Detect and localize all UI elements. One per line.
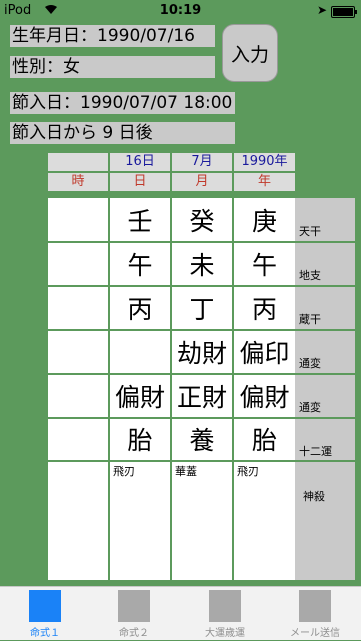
grid-divider (48, 329, 295, 331)
setsu-date-field: 節入日：1990/07/07 18:00 (10, 92, 235, 114)
month-header: 月 (172, 173, 232, 191)
hour-value-header (48, 153, 108, 171)
row-label-juniun: 十二運 (295, 419, 355, 460)
chishi-day: 午 (127, 251, 153, 280)
tsuhen1-year: 偏印 (239, 339, 290, 368)
grid-divider (48, 285, 295, 287)
meishiki2-tab-icon (118, 590, 150, 622)
grid-divider (48, 417, 295, 419)
juniun-year: 胎 (251, 426, 277, 455)
row-label-chishi: 地支 (295, 243, 355, 285)
birth-date-field[interactable]: 生年月日：1990/07/16 (10, 25, 215, 47)
tsuhen2-year: 偏財 (239, 383, 290, 412)
meishiki1-tab-icon (29, 590, 61, 622)
setsu-after-field: 節入日から 9 日後 (10, 122, 235, 144)
grid-divider (48, 241, 295, 243)
tenkan-month: 癸 (189, 207, 215, 236)
tab-label: メール送信 (290, 628, 340, 639)
row-label-shinsatsu: 神殺 (295, 462, 355, 580)
daiun-tab-icon (209, 590, 241, 622)
clock: 10:19 (159, 3, 202, 18)
chishi-month: 未 (189, 251, 215, 280)
row-label-tenkan: 天干 (295, 198, 355, 241)
month-value-header: 7月 (172, 153, 232, 171)
shinsatsu-year: 飛刃 (237, 465, 259, 478)
location-icon: ➤ (316, 3, 327, 17)
tab-bar: 命式１ 命式２ 大運歳運 メール送信 (0, 586, 361, 640)
juniun-month: 養 (189, 426, 215, 455)
tsuhen2-month: 正財 (176, 383, 227, 412)
tab-mail-send[interactable]: メール送信 (270, 587, 360, 641)
tab-label: 命式２ (119, 628, 149, 639)
row-label-zoukan: 蔵干 (295, 287, 355, 329)
status-bar: iPod 10:19 ➤ (0, 0, 361, 22)
tab-label: 命式１ (30, 628, 60, 639)
row-label-tsuhen2: 通変 (295, 375, 355, 417)
zoukan-day: 丙 (127, 295, 153, 324)
chishi-year: 午 (251, 251, 277, 280)
tenkan-year: 庚 (251, 207, 277, 236)
juniun-day: 胎 (127, 426, 153, 455)
tab-meishiki1[interactable]: 命式１ (0, 587, 90, 641)
day-header: 日 (110, 173, 170, 191)
zoukan-year: 丙 (251, 295, 277, 324)
tab-daiun-saiun[interactable]: 大運歳運 (180, 587, 270, 641)
tab-label: 大運歳運 (205, 628, 245, 639)
grid-divider (48, 460, 295, 462)
gender-field[interactable]: 性別：女 (10, 56, 215, 78)
year-header: 年 (234, 173, 295, 191)
tenkan-day: 壬 (127, 207, 153, 236)
year-value-header: 1990年 (234, 153, 295, 171)
tsuhen1-month: 劫財 (176, 339, 227, 368)
tsuhen2-day: 偏財 (114, 383, 165, 412)
zoukan-month: 丁 (189, 295, 215, 324)
shinsatsu-day: 飛刃 (113, 465, 135, 478)
tab-meishiki2[interactable]: 命式２ (89, 587, 179, 641)
input-button[interactable]: 入力 (222, 24, 278, 82)
day-value-header: 16日 (110, 153, 170, 171)
battery-icon (331, 6, 357, 18)
grid-divider (48, 373, 295, 375)
mail-tab-icon (299, 590, 331, 622)
shinsatsu-month: 華蓋 (175, 465, 197, 478)
row-label-tsuhen1: 通変 (295, 331, 355, 373)
hour-header: 時 (48, 173, 108, 191)
